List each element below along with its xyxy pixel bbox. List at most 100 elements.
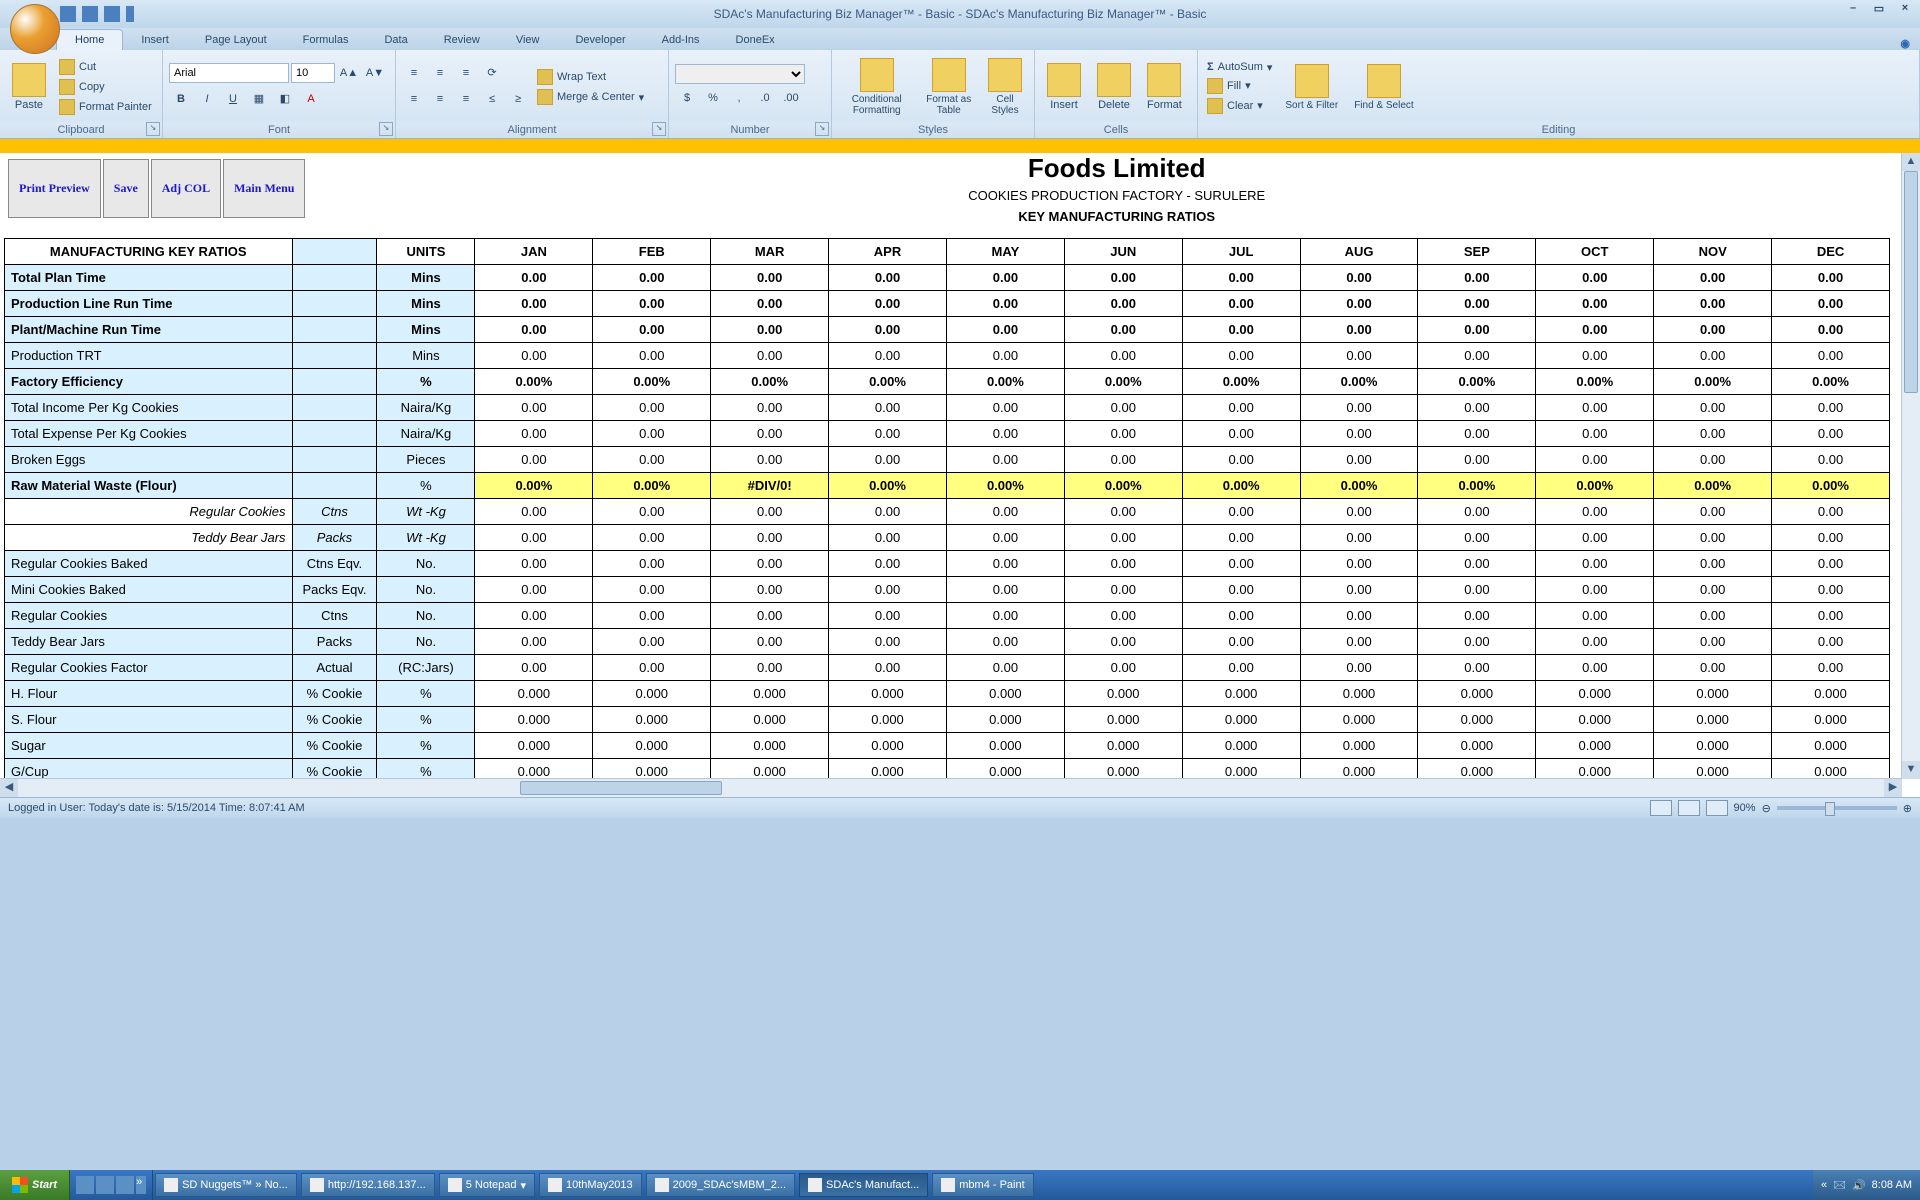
cell[interactable]: 0.000 <box>946 681 1064 707</box>
cell[interactable]: 0.00 <box>829 603 947 629</box>
cell[interactable]: 0.00 <box>1064 421 1182 447</box>
cell[interactable]: 0.00 <box>946 447 1064 473</box>
cell[interactable]: 0.00 <box>711 551 829 577</box>
restore-button[interactable]: ▭ <box>1868 2 1890 18</box>
cell[interactable]: 0.00 <box>946 343 1064 369</box>
ql-icon[interactable] <box>76 1176 94 1194</box>
cell[interactable]: 0.00 <box>1300 447 1418 473</box>
cell[interactable]: 0.00 <box>946 317 1064 343</box>
dialog-launcher-icon[interactable]: ↘ <box>652 122 666 136</box>
cell[interactable]: 0.00 <box>829 265 947 291</box>
cell[interactable]: 0.00 <box>1654 317 1772 343</box>
underline-button[interactable]: U <box>221 89 245 111</box>
cell[interactable]: 0.00 <box>946 629 1064 655</box>
cell[interactable]: 0.00% <box>829 473 947 499</box>
cell[interactable]: 0.00 <box>1064 265 1182 291</box>
ql-icon[interactable] <box>116 1176 134 1194</box>
cell[interactable]: 0.00 <box>593 421 711 447</box>
tray-icon[interactable]: 🔊 <box>1852 1179 1866 1192</box>
table-row[interactable]: Factory Efficiency%0.00%0.00%0.00%0.00%0… <box>5 369 1890 395</box>
redo-icon[interactable] <box>104 6 120 22</box>
cell[interactable]: 0.00 <box>475 525 593 551</box>
table-row[interactable]: Sugar% Cookie%0.0000.0000.0000.0000.0000… <box>5 733 1890 759</box>
cell[interactable]: 0.000 <box>475 733 593 759</box>
table-row[interactable]: Regular CookiesCtnsNo.0.000.000.000.000.… <box>5 603 1890 629</box>
cell[interactable]: 0.00 <box>711 343 829 369</box>
cell[interactable]: 0.00 <box>1418 265 1536 291</box>
zoom-in-button[interactable]: ⊕ <box>1903 802 1912 815</box>
page-break-view-button[interactable] <box>1706 800 1728 816</box>
scroll-thumb[interactable] <box>520 781 722 795</box>
cell[interactable]: 0.000 <box>711 733 829 759</box>
zoom-out-button[interactable]: ⊖ <box>1762 802 1771 815</box>
table-row[interactable]: Raw Material Waste (Flour)%0.00%0.00%#DI… <box>5 473 1890 499</box>
cell[interactable]: 0.00 <box>1182 525 1300 551</box>
align-bottom-button[interactable]: ≡ <box>454 63 478 85</box>
cell[interactable]: 0.00 <box>1536 265 1654 291</box>
qat-more-icon[interactable] <box>126 6 134 22</box>
cell[interactable]: 0.00 <box>1418 447 1536 473</box>
cell[interactable]: 0.00 <box>1300 499 1418 525</box>
cell[interactable]: 0.00 <box>1772 603 1890 629</box>
table-row[interactable]: Total Income Per Kg CookiesNaira/Kg0.000… <box>5 395 1890 421</box>
cell[interactable]: 0.00% <box>1182 369 1300 395</box>
cell[interactable]: 0.00 <box>1182 499 1300 525</box>
cell[interactable]: 0.00 <box>475 551 593 577</box>
cell[interactable]: 0.00 <box>1654 577 1772 603</box>
cell[interactable]: 0.00% <box>1182 473 1300 499</box>
tray-expand-icon[interactable]: « <box>1821 1179 1827 1191</box>
cell[interactable]: 0.00 <box>711 265 829 291</box>
table-row[interactable]: Regular CookiesCtnsWt -Kg0.000.000.000.0… <box>5 499 1890 525</box>
autosum-button[interactable]: Σ AutoSum ▾ <box>1204 60 1275 75</box>
cut-button[interactable]: Cut <box>56 58 155 76</box>
cell[interactable]: 0.00 <box>475 655 593 681</box>
cell[interactable]: 0.00 <box>1300 551 1418 577</box>
cell[interactable]: 0.00 <box>1300 291 1418 317</box>
cell[interactable]: 0.00 <box>1536 317 1654 343</box>
cell[interactable]: 0.00 <box>475 603 593 629</box>
cell[interactable]: 0.000 <box>711 681 829 707</box>
office-button[interactable] <box>10 4 60 54</box>
cell[interactable]: 0.00 <box>1418 395 1536 421</box>
cell[interactable]: 0.00 <box>1654 655 1772 681</box>
cell[interactable]: 0.00 <box>711 447 829 473</box>
cell[interactable]: 0.00 <box>711 317 829 343</box>
cell[interactable]: 0.00 <box>711 499 829 525</box>
cell[interactable]: 0.00 <box>1772 395 1890 421</box>
cell[interactable]: 0.00 <box>1300 629 1418 655</box>
cell[interactable]: 0.00 <box>475 421 593 447</box>
cell[interactable]: 0.00% <box>1300 473 1418 499</box>
cell[interactable]: 0.00 <box>1772 343 1890 369</box>
table-row[interactable]: Teddy Bear JarsPacksNo.0.000.000.000.000… <box>5 629 1890 655</box>
cell[interactable]: 0.00 <box>1064 655 1182 681</box>
minimize-button[interactable]: – <box>1842 2 1864 18</box>
cell[interactable]: 0.00 <box>1418 421 1536 447</box>
align-center-button[interactable]: ≡ <box>428 89 452 111</box>
cell[interactable]: 0.00 <box>1772 629 1890 655</box>
copy-button[interactable]: Copy <box>56 78 155 96</box>
cell[interactable]: 0.00 <box>1182 447 1300 473</box>
cell[interactable]: 0.00 <box>829 291 947 317</box>
cell[interactable]: 0.000 <box>475 681 593 707</box>
start-button[interactable]: Start <box>0 1170 70 1200</box>
font-size-input[interactable] <box>291 63 335 83</box>
grow-font-button[interactable]: A▲ <box>337 63 361 85</box>
cell[interactable]: 0.00 <box>829 317 947 343</box>
cell[interactable]: 0.00 <box>1654 421 1772 447</box>
tab-page-layout[interactable]: Page Layout <box>187 30 285 50</box>
cell[interactable]: 0.00 <box>1772 291 1890 317</box>
taskbar-item[interactable]: http://192.168.137... <box>301 1173 435 1197</box>
cell[interactable]: 0.00 <box>1654 343 1772 369</box>
undo-icon[interactable] <box>82 6 98 22</box>
zoom-knob[interactable] <box>1825 802 1835 816</box>
cell[interactable]: 0.00% <box>946 473 1064 499</box>
cell[interactable]: 0.00% <box>1300 369 1418 395</box>
scroll-down-button[interactable]: ▼ <box>1902 761 1920 779</box>
cell[interactable]: 0.00 <box>593 577 711 603</box>
cell[interactable]: 0.00 <box>711 291 829 317</box>
taskbar-item[interactable]: SDAc's Manufact... <box>799 1173 928 1197</box>
cell[interactable]: 0.000 <box>1772 707 1890 733</box>
cell[interactable]: 0.00 <box>711 577 829 603</box>
dialog-launcher-icon[interactable]: ↘ <box>146 122 160 136</box>
cell[interactable]: 0.00 <box>475 291 593 317</box>
